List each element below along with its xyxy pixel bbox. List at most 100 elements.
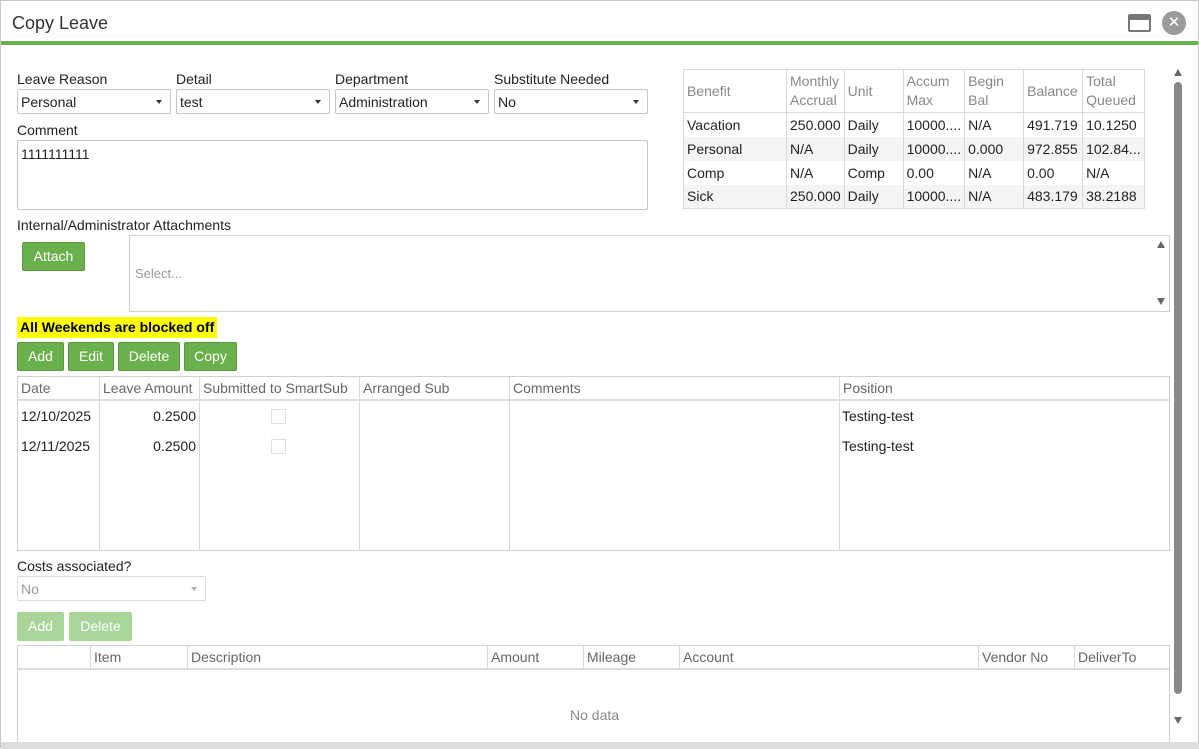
benefit-header-row: Benefit Monthly Accrual Unit Accum Max B… — [683, 69, 1145, 113]
costs-grid: Item Description Amount Mileage Account … — [17, 645, 1170, 745]
benefit-cell: 38.2188 — [1082, 184, 1145, 209]
benefit-cell: Comp — [843, 160, 904, 185]
column-header-arranged-sub[interactable]: Arranged Sub — [359, 377, 509, 401]
benefit-cell: N/A — [964, 112, 1025, 137]
copy-leave-button[interactable]: Copy — [184, 342, 237, 371]
chevron-down-icon — [315, 100, 321, 104]
scroll-down-icon[interactable] — [1174, 717, 1182, 724]
leave-amount-cell[interactable]: 0.2500 — [102, 438, 196, 454]
substitute-needed-value: No — [498, 94, 516, 110]
column-header-account[interactable]: Account — [679, 646, 978, 670]
benefit-cell: 491.719 — [1023, 112, 1084, 137]
detail-value: test — [180, 94, 203, 110]
benefit-cell: 972.855 — [1023, 136, 1084, 161]
column-header-deliver-to[interactable]: DeliverTo — [1074, 646, 1170, 670]
comment-textarea[interactable]: 1111111111 — [17, 140, 648, 210]
substitute-needed-select[interactable]: No — [494, 89, 648, 114]
scroll-up-icon[interactable] — [1174, 69, 1182, 76]
main-scrollbar[interactable] — [1171, 65, 1185, 729]
attach-button[interactable]: Attach — [22, 242, 85, 271]
benefit-cell: N/A — [1082, 160, 1145, 185]
weekend-blocked-banner: All Weekends are blocked off — [17, 317, 218, 338]
benefit-col-header: Accum Max — [902, 69, 966, 113]
column-header-date[interactable]: Date — [18, 377, 99, 401]
column-header-select[interactable] — [18, 646, 90, 670]
chevron-down-icon — [474, 100, 480, 104]
benefit-col-header: Balance — [1023, 69, 1084, 113]
benefit-cell: 102.84... — [1082, 136, 1145, 161]
benefit-col-header: Begin Bal — [964, 69, 1025, 113]
department-select[interactable]: Administration — [335, 89, 489, 114]
benefit-cell: Daily — [843, 112, 904, 137]
benefit-cell: 0.00 — [1023, 160, 1084, 185]
benefit-row: Comp N/A Comp 0.00 N/A 0.00 N/A — [683, 160, 1145, 185]
department-label: Department — [335, 71, 409, 87]
column-header-amount[interactable]: Amount — [487, 646, 583, 670]
benefit-cell: N/A — [964, 184, 1025, 209]
column-divider — [99, 401, 100, 551]
detail-select[interactable]: test — [176, 89, 330, 114]
column-header-comments[interactable]: Comments — [509, 377, 839, 401]
benefit-cell: 250.000 — [786, 184, 845, 209]
scroll-down-icon[interactable] — [1157, 298, 1165, 305]
column-divider — [199, 401, 200, 551]
costs-grid-header: Item Description Amount Mileage Account … — [18, 646, 1169, 670]
delete-cost-button[interactable]: Delete — [69, 612, 132, 641]
submitted-checkbox[interactable] — [271, 439, 286, 454]
position-cell[interactable]: Testing-test — [842, 408, 914, 424]
department-value: Administration — [339, 94, 428, 110]
chevron-down-icon — [191, 587, 197, 591]
benefit-cell: Personal — [683, 136, 787, 161]
position-cell[interactable]: Testing-test — [842, 438, 914, 454]
edit-leave-button[interactable]: Edit — [68, 342, 114, 371]
leave-reason-label: Leave Reason — [17, 71, 108, 87]
submitted-checkbox[interactable] — [271, 409, 286, 424]
dialog-title: Copy Leave — [12, 13, 109, 33]
column-header-item[interactable]: Item — [90, 646, 187, 670]
benefit-cell: 10000.... — [902, 112, 966, 137]
column-header-mileage[interactable]: Mileage — [583, 646, 679, 670]
column-header-position[interactable]: Position — [839, 377, 1169, 401]
leave-reason-value: Personal — [21, 94, 77, 110]
add-leave-button[interactable]: Add — [17, 342, 64, 371]
benefit-row: Personal N/A Daily 10000.... 0.000 972.8… — [683, 136, 1145, 161]
benefit-cell: N/A — [964, 160, 1025, 185]
title-bar: Copy Leave ✕ — [1, 1, 1198, 45]
substitute-needed-label: Substitute Needed — [494, 71, 610, 87]
scrollbar-thumb[interactable] — [1174, 82, 1182, 694]
leave-date-cell[interactable]: 12/11/2025 — [21, 438, 90, 454]
leave-date-cell[interactable]: 12/10/2025 — [21, 408, 91, 424]
benefit-cell: N/A — [786, 136, 845, 161]
leave-amount-cell[interactable]: 0.2500 — [102, 408, 196, 424]
benefit-cell: N/A — [786, 160, 845, 185]
column-divider — [359, 401, 360, 551]
costs-empty-message: No data — [570, 707, 620, 723]
benefit-cell: 0.000 — [964, 136, 1025, 161]
benefit-cell: 483.179 — [1023, 184, 1084, 209]
benefit-cell: Daily — [843, 136, 904, 161]
benefit-cell: 10.1250 — [1082, 112, 1145, 137]
benefit-cell: 10000.... — [902, 184, 966, 209]
column-header-description[interactable]: Description — [187, 646, 487, 670]
leave-grid-header: Date Leave Amount Submitted to SmartSub … — [18, 377, 1169, 401]
attachments-list[interactable]: Select... — [129, 235, 1170, 312]
close-icon[interactable]: ✕ — [1162, 11, 1186, 35]
delete-leave-button[interactable]: Delete — [118, 342, 180, 371]
benefit-cell: 10000.... — [902, 136, 966, 161]
column-header-submitted[interactable]: Submitted to SmartSub — [199, 377, 359, 401]
column-header-vendor-no[interactable]: Vendor No — [978, 646, 1074, 670]
benefit-col-header: Benefit — [683, 69, 787, 113]
costs-label: Costs associated? — [17, 558, 132, 574]
costs-select[interactable]: No — [17, 576, 206, 601]
column-divider — [509, 401, 510, 551]
maximize-icon[interactable] — [1128, 14, 1151, 32]
chevron-down-icon — [633, 100, 639, 104]
add-cost-button[interactable]: Add — [17, 612, 64, 641]
benefit-table: Benefit Monthly Accrual Unit Accum Max B… — [683, 69, 1145, 209]
scroll-up-icon[interactable] — [1157, 241, 1165, 248]
comment-label: Comment — [17, 122, 78, 138]
detail-label: Detail — [176, 71, 212, 87]
benefit-cell: 250.000 — [786, 112, 845, 137]
column-header-leave-amount[interactable]: Leave Amount — [99, 377, 199, 401]
leave-reason-select[interactable]: Personal — [17, 89, 171, 114]
